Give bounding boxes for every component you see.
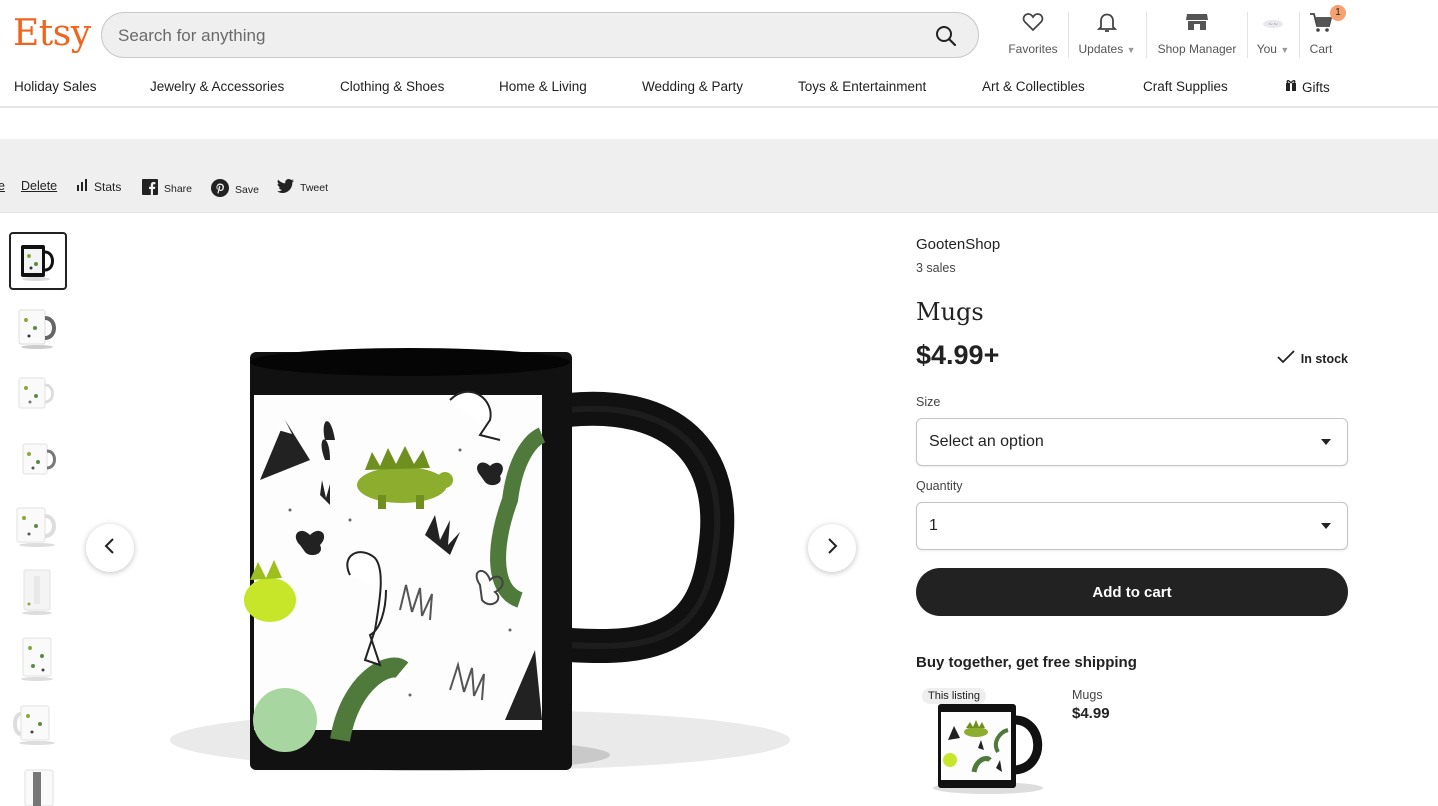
size-select[interactable]: Select an option	[916, 418, 1348, 466]
dropdown-arrow-icon	[1321, 523, 1331, 529]
site-header: Etsy Favorites Updates ▼ Shop Manager ~~…	[0, 0, 1438, 72]
product-thumbnail[interactable]	[9, 298, 67, 356]
size-select-value: Select an option	[929, 433, 1044, 450]
etsy-logo[interactable]: Etsy	[13, 14, 91, 54]
category-craft[interactable]: Craft Supplies	[1143, 79, 1228, 94]
stats-label: Stats	[94, 179, 122, 194]
avatar: ~~	[1254, 10, 1292, 36]
listing-details-panel: GootenShop 3 sales Mugs $4.99+ In stock …	[916, 236, 1348, 798]
listing-price: $4.99+	[916, 340, 1000, 370]
pinterest-save-button[interactable]: Save	[211, 179, 259, 200]
shop-manager-nav[interactable]: Shop Manager	[1154, 10, 1240, 62]
nav-divider	[1247, 12, 1248, 58]
updates-nav[interactable]: Updates ▼	[1076, 10, 1138, 62]
next-image-button[interactable]	[808, 524, 856, 572]
cart-nav[interactable]: 1 Cart	[1304, 5, 1346, 62]
search-input[interactable]	[118, 23, 898, 49]
check-icon	[1277, 350, 1295, 367]
category-gifts[interactable]: Gifts	[1285, 79, 1330, 95]
share-label: Share	[164, 182, 193, 195]
you-nav[interactable]: ~~ You ▼	[1254, 10, 1292, 62]
twitter-icon	[277, 179, 294, 196]
category-jewelry[interactable]: Jewelry & Accessories	[150, 79, 284, 94]
shop-name-link[interactable]: GootenShop	[916, 236, 1348, 253]
product-thumbnail[interactable]	[9, 628, 67, 686]
category-nav: Holiday Sales Jewelry & Accessories Clot…	[0, 72, 1438, 108]
product-thumbnail[interactable]	[9, 232, 67, 290]
category-home-living[interactable]: Home & Living	[499, 79, 587, 94]
stats-icon	[76, 179, 88, 194]
quantity-select[interactable]: 1	[916, 502, 1348, 550]
buy-together-item-price: $4.99	[1072, 705, 1110, 722]
add-to-cart-button[interactable]: Add to cart	[916, 568, 1348, 616]
category-gifts-label: Gifts	[1302, 79, 1330, 95]
heart-icon	[1005, 10, 1061, 36]
edit-link[interactable]: e	[0, 179, 5, 193]
category-toys[interactable]: Toys & Entertainment	[798, 79, 926, 94]
main-product-image	[150, 300, 790, 806]
nav-divider	[1146, 12, 1147, 58]
quantity-select-value: 1	[929, 517, 938, 534]
quantity-label: Quantity	[916, 479, 963, 493]
pinterest-icon	[211, 179, 229, 200]
product-thumbnail[interactable]	[9, 430, 67, 488]
facebook-icon	[142, 179, 158, 198]
svg-text:~~: ~~	[1268, 21, 1278, 28]
buy-together-item-name[interactable]: Mugs	[1072, 688, 1103, 702]
category-art[interactable]: Art & Collectibles	[982, 79, 1085, 94]
chevron-right-icon	[825, 537, 839, 560]
search-icon[interactable]	[934, 24, 958, 48]
size-label: Size	[916, 395, 941, 409]
previous-image-button[interactable]	[86, 524, 134, 572]
dropdown-arrow-icon	[1321, 439, 1331, 445]
stats-link[interactable]: Stats	[76, 179, 121, 194]
you-label: You	[1256, 42, 1277, 56]
nav-divider	[1299, 12, 1300, 58]
tweet-button[interactable]: Tweet	[277, 179, 328, 196]
category-holiday-sales[interactable]: Holiday Sales	[14, 79, 97, 94]
chevron-down-icon: ▼	[1280, 45, 1290, 55]
product-thumbnail[interactable]	[9, 760, 67, 806]
gift-icon	[1285, 79, 1297, 95]
category-wedding[interactable]: Wedding & Party	[642, 79, 743, 94]
category-clothing[interactable]: Clothing & Shoes	[340, 79, 444, 94]
share-button[interactable]: Share	[142, 179, 192, 198]
listing-manage-bar: e Delete Stats Share Save Tweet	[0, 139, 1438, 213]
chevron-left-icon	[103, 537, 117, 560]
this-listing-badge: This listing	[922, 688, 986, 704]
updates-label: Updates	[1078, 42, 1124, 56]
shop-manager-label: Shop Manager	[1157, 42, 1237, 56]
cart-label: Cart	[1309, 42, 1333, 56]
buy-together-heading: Buy together, get free shipping	[916, 654, 1137, 671]
save-label: Save	[235, 183, 259, 196]
stock-label: In stock	[1300, 351, 1348, 366]
product-thumbnail[interactable]	[9, 496, 67, 554]
delete-link[interactable]: Delete	[21, 179, 57, 193]
tweet-label: Tweet	[300, 181, 329, 194]
listing-title: Mugs	[916, 298, 984, 326]
cart-count-badge: 1	[1330, 5, 1346, 21]
stock-status: In stock	[1277, 350, 1348, 367]
product-thumbnail[interactable]	[9, 364, 67, 422]
favorites-label: Favorites	[1008, 42, 1058, 56]
bell-icon	[1076, 10, 1138, 36]
favorites-nav[interactable]: Favorites	[1005, 10, 1061, 62]
shop-icon	[1154, 10, 1240, 36]
buy-together-item[interactable]: This listing	[916, 682, 1056, 800]
product-thumbnail[interactable]	[9, 562, 67, 620]
nav-divider	[1068, 12, 1069, 58]
chevron-down-icon: ▼	[1126, 45, 1136, 55]
search-bar	[101, 12, 979, 58]
product-thumbnail[interactable]	[9, 694, 67, 752]
shop-sales-count: 3 sales	[916, 261, 956, 275]
